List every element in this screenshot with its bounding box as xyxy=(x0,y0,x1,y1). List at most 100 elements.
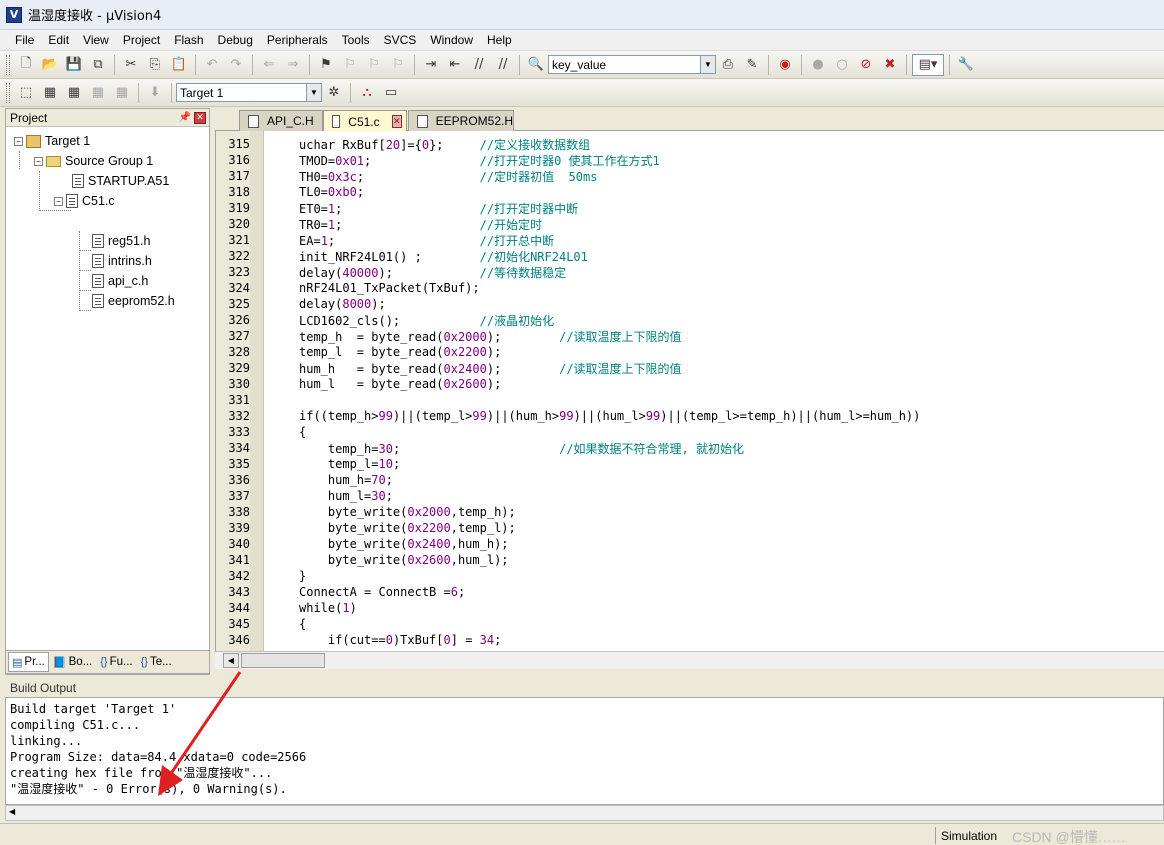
nav-forward-icon[interactable]: ⇒ xyxy=(282,54,304,76)
code-line[interactable]: 328 temp_l = byte_read(0x2200); xyxy=(216,344,1164,360)
menu-tools[interactable]: Tools xyxy=(335,33,377,47)
incremental-find-icon[interactable]: ✎ xyxy=(741,54,763,76)
indent-icon[interactable]: ⇥ xyxy=(420,54,442,76)
save-all-icon[interactable]: ⧉ xyxy=(87,54,109,76)
collapse-icon[interactable]: − xyxy=(14,136,23,146)
code-line[interactable]: 319 ET0=1; //打开定时器中断 xyxy=(216,200,1164,216)
download-load-icon[interactable]: ⬇ xyxy=(144,82,166,104)
tab-templates[interactable]: {} Te... xyxy=(137,652,176,672)
code-line[interactable]: 346 if(cut==0)TxBuf[0] = 34; xyxy=(216,632,1164,648)
menu-svcs[interactable]: SVCS xyxy=(377,33,424,47)
code-line[interactable]: 323 delay(40000); //等待数据稳定 xyxy=(216,264,1164,280)
menu-peripherals[interactable]: Peripherals xyxy=(260,33,335,47)
chevron-down-icon[interactable]: ▼ xyxy=(700,56,715,73)
code-line[interactable]: 338 byte_write(0x2000,temp_h); xyxy=(216,504,1164,520)
tab-books[interactable]: 📘 Bo... xyxy=(49,652,96,672)
code-line[interactable]: 329 hum_h = byte_read(0x2400); //读取温度上下限的… xyxy=(216,360,1164,376)
menu-flash[interactable]: Flash xyxy=(167,33,210,47)
next-bookmark-icon[interactable]: ⚐ xyxy=(363,54,385,76)
scroll-left-icon[interactable]: ◀ xyxy=(223,653,239,668)
find-in-files-icon[interactable]: 🔍 xyxy=(525,54,547,76)
tree-item-include[interactable]: eeprom52.h xyxy=(92,291,175,311)
copy-icon[interactable]: ⎘ xyxy=(144,54,166,76)
code-line[interactable]: 330 hum_l = byte_read(0x2600); xyxy=(216,376,1164,392)
tab-functions[interactable]: {} Fu... xyxy=(96,652,136,672)
code-line[interactable]: 327 temp_h = byte_read(0x2000); //读取温度上下限… xyxy=(216,328,1164,344)
tree-item-source-group[interactable]: − Source Group 1 xyxy=(34,151,153,171)
tree-item-c51[interactable]: − C51.c xyxy=(54,191,115,211)
tree-item-include[interactable]: api_c.h xyxy=(92,271,148,291)
cut-icon[interactable]: ✂ xyxy=(120,54,142,76)
tree-item-include[interactable]: intrins.h xyxy=(92,251,152,271)
translate-icon[interactable]: ⬚ xyxy=(15,82,37,104)
code-line[interactable]: 333 { xyxy=(216,424,1164,440)
code-line[interactable]: 337 hum_l=30; xyxy=(216,488,1164,504)
code-line[interactable]: 340 byte_write(0x2400,hum_h); xyxy=(216,536,1164,552)
code-line[interactable]: 324 nRF24L01_TxPacket(TxBuf); xyxy=(216,280,1164,296)
unindent-icon[interactable]: ⇤ xyxy=(444,54,466,76)
open-file-icon[interactable]: 📂 xyxy=(39,54,61,76)
code-line[interactable]: 345 { xyxy=(216,616,1164,632)
build-icon[interactable]: ▦ xyxy=(39,82,61,104)
target-combobox[interactable]: Target 1 ▼ xyxy=(176,83,322,102)
paste-icon[interactable]: 📋 xyxy=(168,54,190,76)
collapse-icon[interactable]: − xyxy=(54,196,63,206)
tab-c51-c[interactable]: C51.c ✕ xyxy=(323,110,407,132)
tab-api-c-h[interactable]: API_C.H xyxy=(239,110,323,131)
code-line[interactable]: 315 uchar RxBuf[20]={0}; //定义接收数据数组 xyxy=(216,136,1164,152)
nav-back-icon[interactable]: ⇐ xyxy=(258,54,280,76)
scrollbar-thumb[interactable] xyxy=(241,653,325,668)
code-line[interactable]: 326 LCD1602_cls(); //液晶初始化 xyxy=(216,312,1164,328)
file-extensions-icon[interactable]: ▭ xyxy=(380,82,402,104)
toolbar-grip[interactable] xyxy=(6,54,10,75)
breakpoint-disable-icon[interactable]: ⊘ xyxy=(855,54,877,76)
clear-bookmarks-icon[interactable]: ⚐ xyxy=(387,54,409,76)
bookmark-icon[interactable]: ⚑ xyxy=(315,54,337,76)
menu-project[interactable]: Project xyxy=(116,33,167,47)
batch-build-icon[interactable]: ▦ xyxy=(87,82,109,104)
toolbar-grip[interactable] xyxy=(6,82,10,103)
stop-build-icon[interactable]: ▦ xyxy=(111,82,133,104)
code-line[interactable]: 344 while(1) xyxy=(216,600,1164,616)
code-line[interactable]: 336 hum_h=70; xyxy=(216,472,1164,488)
rebuild-icon[interactable]: ▦ xyxy=(63,82,85,104)
code-line[interactable]: 331 xyxy=(216,392,1164,408)
menu-debug[interactable]: Debug xyxy=(211,33,260,47)
code-line[interactable]: 321 EA=1; //打开总中断 xyxy=(216,232,1164,248)
code-line[interactable]: 322 init_NRF24L01() ; //初始化NRF24L01 xyxy=(216,248,1164,264)
menu-window[interactable]: Window xyxy=(423,33,480,47)
pin-icon[interactable]: 📌 xyxy=(179,112,191,123)
tree-item-target[interactable]: − Target 1 xyxy=(14,131,90,151)
menu-help[interactable]: Help xyxy=(480,33,519,47)
uncomment-icon[interactable]: // xyxy=(492,54,514,76)
menu-view[interactable]: View xyxy=(76,33,116,47)
tree-item-startup[interactable]: STARTUP.A51 xyxy=(72,171,169,191)
code-line[interactable]: 325 delay(8000); xyxy=(216,296,1164,312)
tab-project[interactable]: ▤ Pr... xyxy=(8,652,49,672)
window-layout-icon[interactable]: ▤▾ xyxy=(912,53,944,76)
code-line[interactable]: 335 temp_l=10; xyxy=(216,456,1164,472)
code-line[interactable]: 316 TMOD=0x01; //打开定时器0 使其工作在方式1 xyxy=(216,152,1164,168)
code-line[interactable]: 341 byte_write(0x2600,hum_l); xyxy=(216,552,1164,568)
code-line[interactable]: 334 temp_h=30; //如果数据不符合常理, 就初始化 xyxy=(216,440,1164,456)
code-line[interactable]: 318 TL0=0xb0; xyxy=(216,184,1164,200)
tree-item-include[interactable]: reg51.h xyxy=(92,231,150,251)
build-output-scrollbar[interactable]: ◀ xyxy=(5,805,1164,821)
configuration-wrench-icon[interactable]: 🔧 xyxy=(955,54,977,76)
redo-icon[interactable]: ↷ xyxy=(225,54,247,76)
find-combobox[interactable]: key_value ▼ xyxy=(548,55,716,74)
breakpoint-kill-icon[interactable]: ✖ xyxy=(879,54,901,76)
tab-eeprom52-h[interactable]: EEPROM52.H xyxy=(408,110,514,131)
code-editor[interactable]: 315 uchar RxBuf[20]={0}; //定义接收数据数组 316 TMO… xyxy=(215,131,1164,651)
editor-horizontal-scrollbar[interactable]: ◀ xyxy=(215,651,1164,669)
breakpoint-enable-icon[interactable]: ○ xyxy=(831,54,853,76)
new-file-icon[interactable]: 🗋 xyxy=(15,54,37,76)
save-icon[interactable]: 💾 xyxy=(63,54,85,76)
target-options-icon[interactable]: ✲ xyxy=(323,82,345,104)
close-icon[interactable]: ✕ xyxy=(391,115,402,128)
find-icon[interactable]: ⎙ xyxy=(717,54,739,76)
breakpoint-insert-icon[interactable]: ● xyxy=(807,54,829,76)
build-output-panel[interactable]: Build target 'Target 1' compiling C51.c..… xyxy=(5,697,1164,805)
menu-edit[interactable]: Edit xyxy=(41,33,76,47)
undo-icon[interactable]: ↶ xyxy=(201,54,223,76)
